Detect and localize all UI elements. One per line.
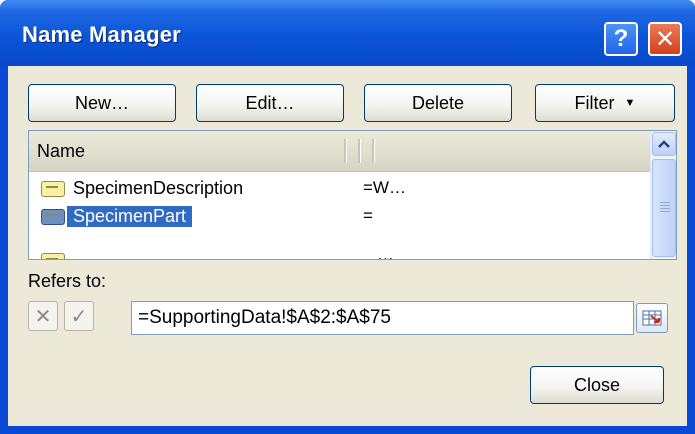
vertical-scrollbar[interactable] [650,131,676,259]
close-window-button[interactable]: ✕ [648,22,682,56]
row-value: =W… [363,178,406,197]
help-button[interactable]: ? [604,22,638,56]
scroll-up-button[interactable] [652,132,676,156]
list-header: Name [29,131,650,172]
filter-button[interactable]: Filter ▼ [535,84,675,122]
name-manager-window: Name Manager ? ✕ New… Edit… Delete Filte… [0,0,695,434]
column-divider[interactable] [372,139,375,163]
cancel-x-icon: ✕ [34,305,52,328]
list-row-specimendescription[interactable]: SpecimenDescription =W… [29,175,650,203]
column-divider[interactable] [358,139,361,163]
close-icon: ✕ [654,25,676,53]
list-row-partial[interactable]: … [29,231,650,259]
close-button-label: Close [573,374,621,395]
refers-to-label: Refers to: [28,271,107,291]
row-name: SpecimenDescription [73,178,244,198]
close-button[interactable]: Close [530,366,664,404]
names-list[interactable]: Name SpecimenDescription =W… SpecimenPar… [28,130,677,260]
list-row-specimenpart[interactable]: SpecimenPart = [29,203,650,231]
filter-button-label: Filter [574,92,615,113]
new-button-label: New… [74,92,129,113]
column-header-name[interactable]: Name [37,141,85,162]
collapse-dialog-button[interactable] [636,303,668,333]
row-value: … [377,245,394,260]
help-icon: ? [613,25,629,52]
delete-button-label: Delete [411,92,465,113]
window-title: Name Manager [22,22,181,47]
column-divider[interactable] [344,139,347,163]
edit-button-label: Edit… [245,92,295,113]
chevron-up-icon [658,140,670,148]
scroll-thumb[interactable] [652,159,676,257]
edit-button[interactable]: Edit… [196,84,344,122]
named-range-icon [41,209,65,225]
row-value: = [363,206,373,225]
cancel-edit-button[interactable]: ✕ [28,301,58,331]
checkmark-icon: ✓ [70,305,88,328]
range-selector-icon [642,310,662,326]
delete-button[interactable]: Delete [364,84,512,122]
new-button[interactable]: New… [28,84,176,122]
named-range-icon [41,253,65,259]
named-range-icon [41,181,65,197]
refers-to-value: =SupportingData!$A$2:$A$75 [138,307,392,328]
title-bar[interactable]: Name Manager ? ✕ [0,0,695,66]
row-name: SpecimenPart [67,206,193,227]
refers-to-input[interactable]: =SupportingData!$A$2:$A$75 [131,301,634,335]
commit-edit-button[interactable]: ✓ [64,301,94,331]
dialog-body: New… Edit… Delete Filter ▼ Name Specimen… [8,66,687,426]
dropdown-arrow-icon: ▼ [624,97,636,109]
